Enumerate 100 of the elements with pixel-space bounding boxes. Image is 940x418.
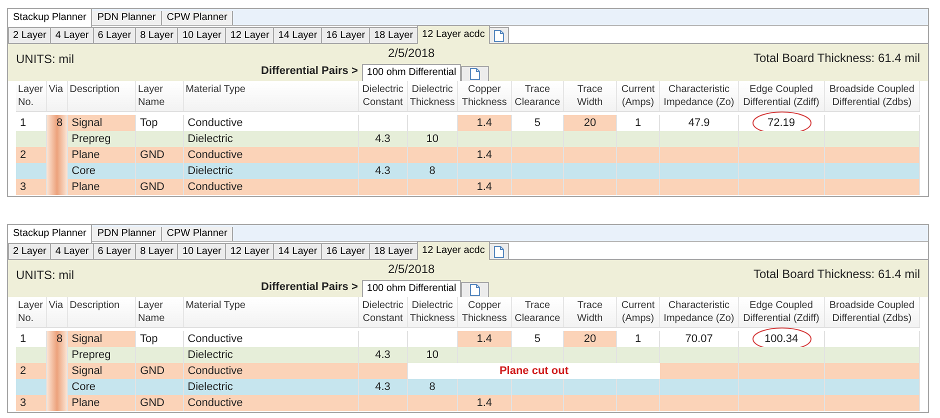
dielectric-thickness-cell: [408, 331, 458, 347]
dielectric-thickness-cell: [408, 115, 458, 131]
layer-tab[interactable]: 16 Layer: [321, 243, 370, 259]
description-cell: Prepreg: [68, 131, 136, 147]
layer-number-cell: [16, 347, 47, 363]
layer-tab[interactable]: 8 Layer: [135, 243, 178, 259]
layer-tab[interactable]: 12 Layer: [225, 27, 274, 43]
layer-tab[interactable]: 12 Layer acdc: [417, 241, 490, 260]
layer-name-cell: [136, 379, 184, 395]
material-type-cell: Dielectric: [184, 163, 359, 179]
column-header: Layer Name: [136, 297, 184, 327]
trace-clearance-cell: [512, 379, 564, 395]
differential-pair-tab[interactable]: 100 ohm Differential: [362, 280, 462, 296]
material-type-cell: Conductive: [184, 331, 359, 347]
material-type-cell: Conductive: [184, 147, 359, 163]
current-cell: [616, 179, 660, 195]
differential-pairs-label: Differential Pairs >: [261, 280, 358, 295]
layer-tab[interactable]: 16 Layer: [321, 27, 370, 43]
column-header: Dielectric Constant: [359, 297, 408, 327]
column-header: Description: [68, 297, 136, 327]
layer-name-cell: GND: [136, 147, 184, 163]
via-cell: 8: [46, 331, 68, 347]
layer-tab[interactable]: 2 Layer: [8, 243, 52, 259]
trace-width-cell: 20: [564, 331, 617, 347]
layer-tab[interactable]: 6 Layer: [92, 243, 136, 259]
layer-name-cell: GND: [136, 363, 184, 379]
dielectric-thickness-cell: [408, 179, 458, 195]
layer-tab[interactable]: 14 Layer: [273, 243, 322, 259]
copper-thickness-cell: 1.4: [458, 115, 512, 131]
via-cell: [46, 179, 68, 195]
column-header: Current (Amps): [616, 297, 660, 327]
planner-tab[interactable]: PDN Planner: [92, 227, 162, 241]
layer-tab[interactable]: 10 Layer: [177, 243, 226, 259]
current-cell: [616, 147, 660, 163]
total-thickness-label: Total Board Thickness: 61.4 mil: [753, 266, 920, 283]
note-cell: Plane cut out: [408, 363, 660, 379]
column-header: Dielectric Thickness: [408, 297, 458, 327]
column-header: Trace Width: [564, 297, 617, 327]
description-cell: Plane: [68, 395, 136, 411]
column-header: Dielectric Thickness: [408, 81, 458, 111]
new-page-icon: [494, 246, 504, 258]
description-cell: Prepreg: [68, 347, 136, 363]
layer-number-cell: [16, 131, 47, 147]
planner-tab[interactable]: Stackup Planner: [8, 9, 92, 27]
trace-width-cell: [564, 379, 617, 395]
description-cell: Plane: [68, 147, 136, 163]
add-differential-pair-tab[interactable]: [461, 282, 490, 296]
current-cell: [616, 163, 660, 179]
layer-tab[interactable]: 18 Layer: [369, 243, 418, 259]
differential-pairs-label: Differential Pairs >: [261, 64, 358, 79]
column-header: Material Type: [184, 297, 360, 327]
planner-tab[interactable]: CPW Planner: [162, 11, 234, 25]
layer-tab[interactable]: 4 Layer: [50, 27, 94, 43]
column-header: Trace Clearance: [512, 297, 564, 327]
new-page-icon: [470, 68, 480, 80]
copper-thickness-cell: [458, 379, 512, 395]
date-label: 2/5/2018: [388, 261, 436, 277]
layer-tab[interactable]: 14 Layer: [273, 27, 322, 43]
layer-tab[interactable]: 2 Layer: [8, 27, 52, 43]
column-header: Via: [46, 81, 68, 111]
layer-tab[interactable]: 18 Layer: [369, 27, 418, 43]
layer-number-cell: 2: [16, 363, 47, 379]
copper-thickness-cell: 1.4: [458, 331, 512, 347]
description-cell: Core: [68, 379, 136, 395]
layer-tab[interactable]: 6 Layer: [92, 27, 136, 43]
column-header: Layer No.: [16, 81, 47, 111]
column-header: Layer Name: [136, 81, 184, 111]
current-cell: [616, 347, 660, 363]
copper-thickness-cell: 1.4: [458, 147, 512, 163]
units-label: UNITS: mil: [16, 268, 74, 282]
column-header: Edge Coupled Differential (Zdiff): [738, 297, 825, 327]
add-differential-pair-tab[interactable]: [461, 66, 490, 80]
date-label: 2/5/2018: [388, 45, 436, 61]
layer-tab[interactable]: 8 Layer: [135, 27, 178, 43]
material-type-cell: Conductive: [184, 363, 360, 379]
add-layer-tab[interactable]: [488, 243, 509, 259]
trace-clearance-cell: [512, 163, 564, 179]
layer-tab[interactable]: 4 Layer: [50, 243, 94, 259]
current-cell: [616, 379, 660, 395]
column-header: Trace Width: [564, 81, 617, 111]
trace-clearance-cell: [512, 147, 564, 163]
material-type-cell: Dielectric: [184, 379, 359, 395]
layer-name-cell: [136, 347, 184, 363]
layer-number-cell: [16, 379, 47, 395]
planner-tab[interactable]: CPW Planner: [162, 227, 234, 241]
layer-tab[interactable]: 12 Layer: [225, 243, 274, 259]
column-header: Layer No.: [16, 297, 47, 327]
total-thickness-label: Total Board Thickness: 61.4 mil: [753, 50, 920, 67]
column-header: Material Type: [184, 81, 360, 111]
units-label: UNITS: mil: [16, 52, 74, 66]
layer-tab[interactable]: 10 Layer: [177, 27, 226, 43]
layer-tab[interactable]: 12 Layer acdc: [417, 25, 490, 44]
copper-thickness-cell: [458, 131, 512, 147]
add-layer-tab[interactable]: [488, 27, 509, 43]
planner-tab[interactable]: PDN Planner: [92, 11, 162, 25]
layer-number-cell: [16, 163, 47, 179]
differential-pair-tab[interactable]: 100 ohm Differential: [362, 64, 462, 80]
layer-name-cell: GND: [136, 179, 184, 195]
planner-tab[interactable]: Stackup Planner: [8, 225, 92, 243]
copper-thickness-cell: 1.4: [458, 395, 512, 411]
